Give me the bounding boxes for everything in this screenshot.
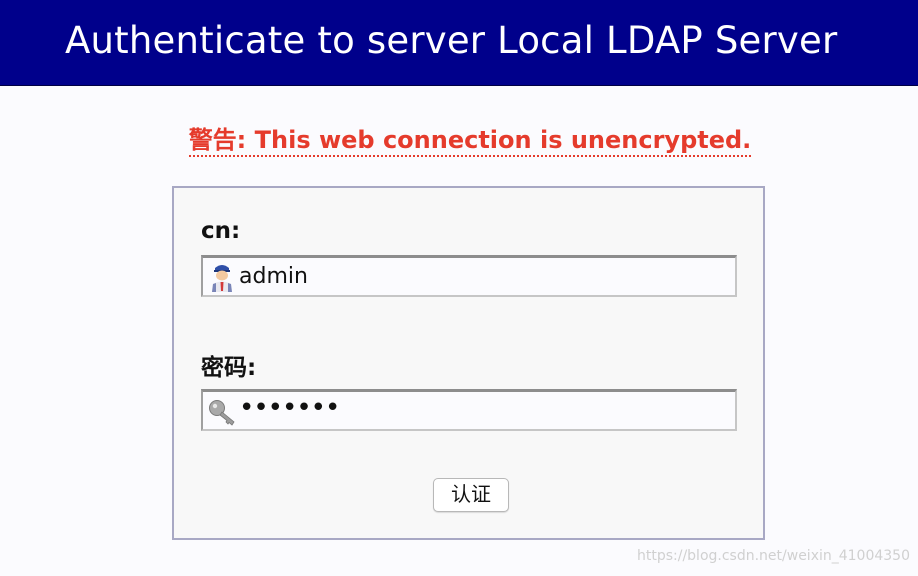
cn-label: cn: [201, 218, 241, 244]
login-form: cn: admin 密码: ••••••• 认证 [172, 186, 765, 540]
cn-input[interactable]: admin [201, 255, 737, 297]
password-input[interactable]: ••••••• [201, 389, 737, 431]
watermark: https://blog.csdn.net/weixin_41004350 [636, 548, 910, 564]
password-label: 密码: [201, 355, 257, 381]
key-icon [209, 400, 235, 426]
page-title: Authenticate to server Local LDAP Server [65, 19, 838, 62]
cn-value: admin [239, 264, 308, 289]
page-header: Authenticate to server Local LDAP Server [0, 0, 918, 86]
password-value: ••••••• [239, 393, 340, 423]
warning-text: 警告: This web connection is unencrypted. [188, 126, 752, 157]
authenticate-button[interactable]: 认证 [433, 478, 509, 512]
user-icon [212, 265, 232, 292]
unencrypted-warning: 警告: This web connection is unencrypted. [0, 120, 918, 157]
